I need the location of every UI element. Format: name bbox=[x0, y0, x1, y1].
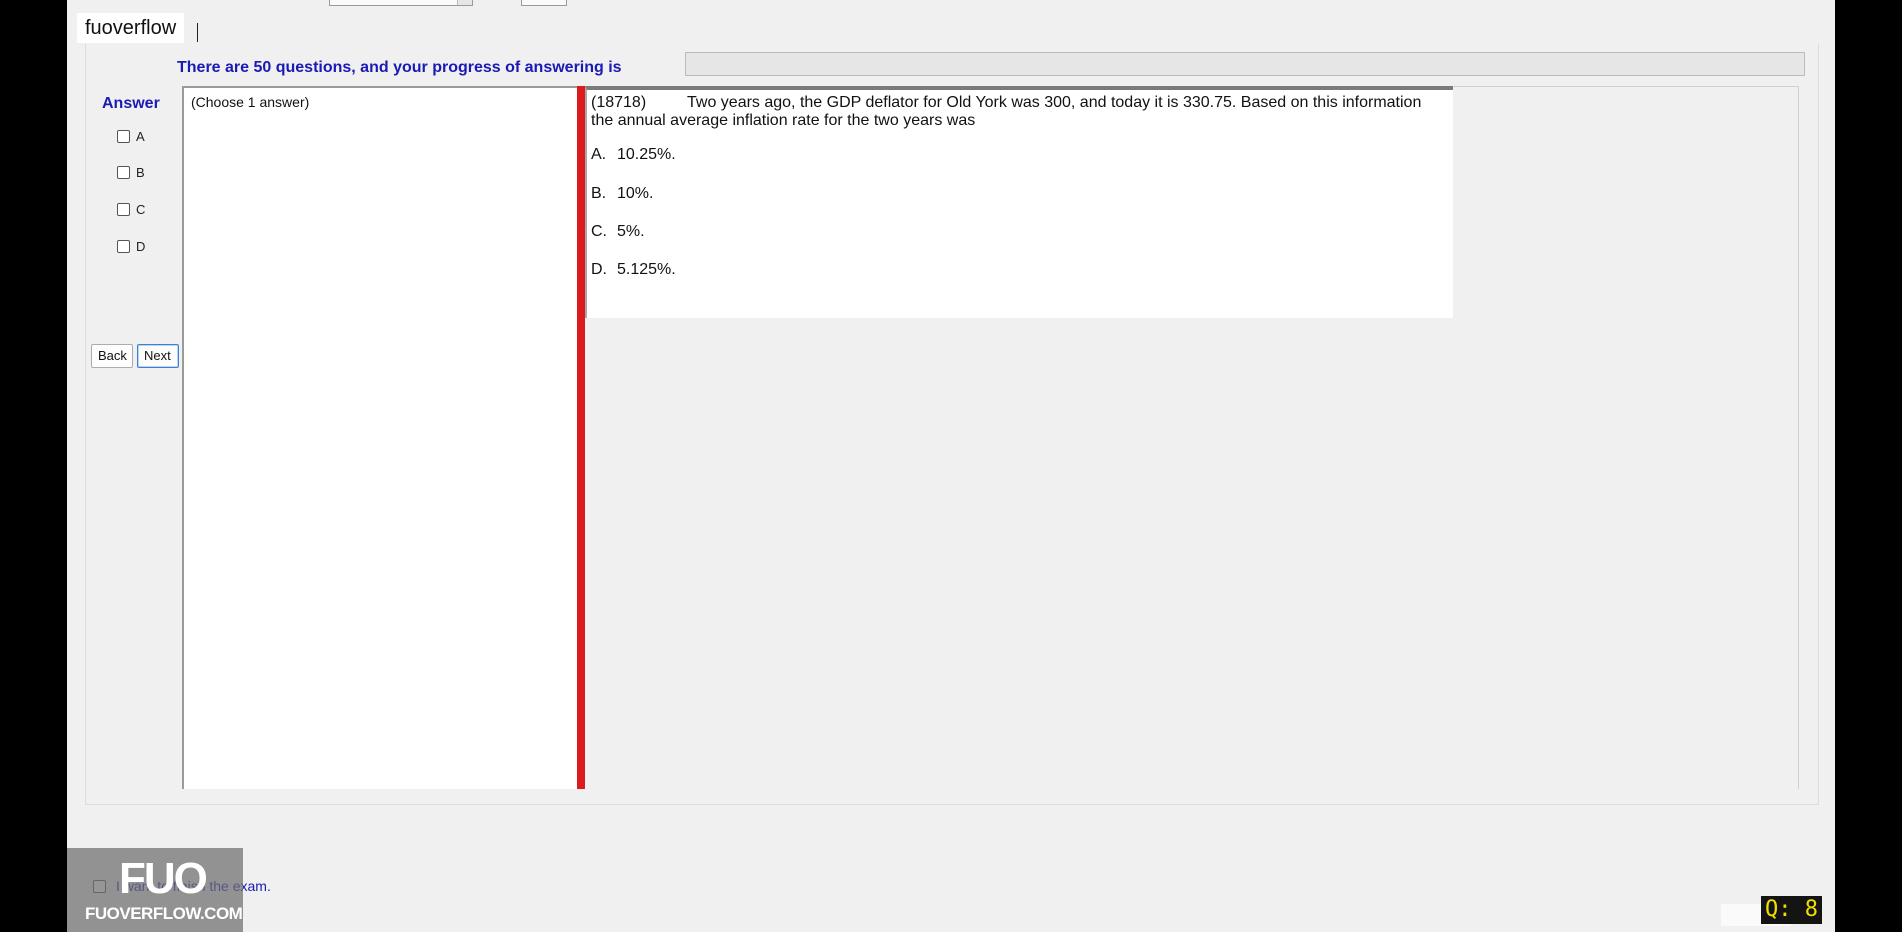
logo-site: FUOVERFLOW.COM bbox=[85, 904, 243, 923]
answer-option-c[interactable]: C bbox=[117, 201, 145, 217]
top-combo-box[interactable] bbox=[329, 0, 473, 6]
brand-label: fuoverflow bbox=[77, 13, 185, 43]
question-box: (18718) Two years ago, the GDP deflator f… bbox=[585, 86, 1453, 318]
progress-bar bbox=[685, 52, 1805, 76]
answer-option-d[interactable]: D bbox=[117, 238, 145, 254]
option-text: 5%. bbox=[617, 223, 645, 240]
question-option: C. 5%. bbox=[591, 223, 645, 241]
next-button[interactable]: Next bbox=[137, 344, 179, 368]
question-body: Two years ago, the GDP deflator for Old … bbox=[591, 94, 1422, 129]
question-id: (18718) bbox=[591, 94, 647, 111]
exam-window: fuoverflow There are 50 questions, and y… bbox=[67, 0, 1835, 932]
answer-option-a[interactable]: A bbox=[117, 128, 145, 144]
question-option: D. 5.125%. bbox=[591, 261, 676, 279]
progress-label: There are 50 questions, and your progres… bbox=[177, 59, 622, 76]
option-letter: A. bbox=[591, 146, 607, 163]
answer-option-label: B bbox=[136, 164, 145, 180]
checkbox[interactable] bbox=[117, 129, 130, 143]
choose-answer-panel: (Choose 1 answer) bbox=[182, 86, 577, 789]
answer-option-label: D bbox=[136, 238, 146, 254]
option-text: 10%. bbox=[617, 185, 654, 202]
answer-option-label: A bbox=[136, 128, 145, 144]
question-counter: Q: 8 bbox=[1761, 896, 1822, 924]
choose-hint: (Choose 1 answer) bbox=[191, 94, 310, 110]
option-text: 5.125%. bbox=[617, 261, 676, 278]
option-letter: C. bbox=[591, 223, 607, 240]
chevron-down-icon[interactable] bbox=[457, 0, 472, 5]
logo-mark: FUO bbox=[119, 854, 208, 903]
answer-option-label: C bbox=[136, 201, 146, 217]
checkbox[interactable] bbox=[117, 239, 130, 253]
checkbox[interactable] bbox=[117, 202, 130, 216]
answer-heading: Answer bbox=[102, 95, 160, 112]
option-text: 10.25%. bbox=[617, 146, 676, 163]
question-option: A. 10.25%. bbox=[591, 146, 676, 164]
question-option: B. 10%. bbox=[591, 185, 653, 203]
option-letter: B. bbox=[591, 185, 607, 202]
panel-splitter[interactable] bbox=[577, 86, 585, 789]
answer-option-b[interactable]: B bbox=[117, 164, 145, 180]
checkbox[interactable] bbox=[117, 165, 130, 179]
watermark-logo: FUO FUOVERFLOW.COM bbox=[67, 848, 243, 932]
back-button[interactable]: Back bbox=[91, 344, 133, 368]
option-letter: D. bbox=[591, 261, 607, 278]
text-cursor bbox=[197, 23, 198, 42]
question-text: (18718) Two years ago, the GDP deflator f… bbox=[591, 94, 1447, 130]
top-small-control[interactable] bbox=[521, 0, 567, 6]
